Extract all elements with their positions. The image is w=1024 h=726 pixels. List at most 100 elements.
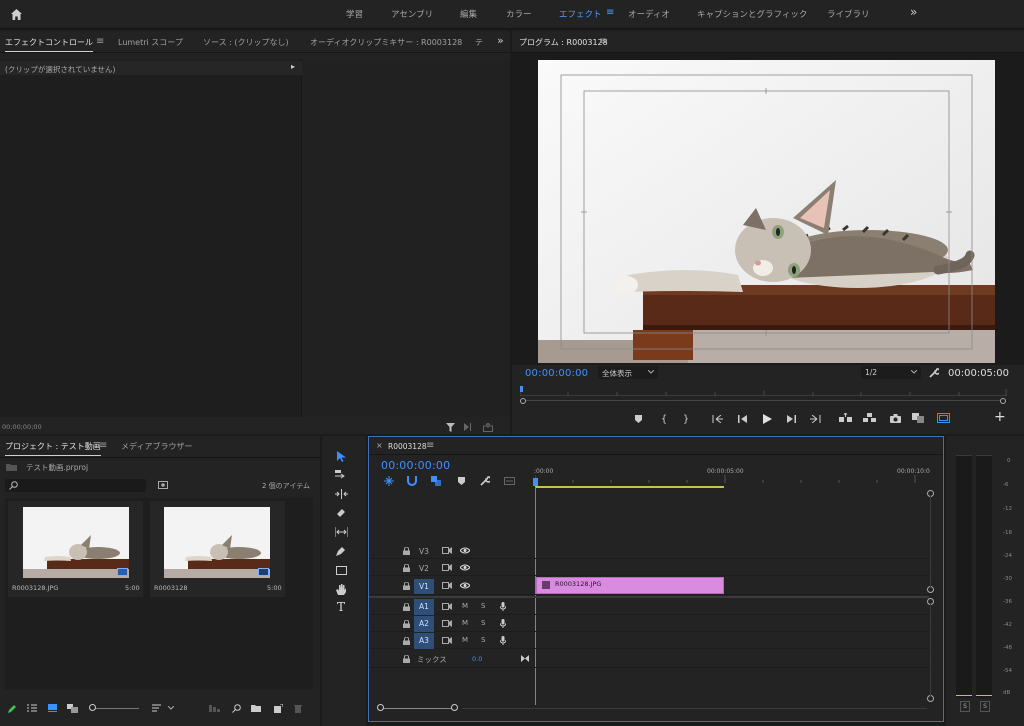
hand-tool-icon[interactable] [334, 582, 348, 596]
project-menu-icon[interactable]: ≡ [99, 440, 107, 451]
sync-lock-icon[interactable] [441, 563, 452, 572]
chevron-down-icon[interactable] [166, 702, 176, 714]
lock-icon[interactable] [402, 602, 411, 611]
automate-to-sequence-icon[interactable] [207, 702, 221, 714]
tab-truncated[interactable]: テ [475, 37, 483, 48]
freeform-view-icon[interactable] [66, 702, 80, 714]
program-zoom-scrollbar[interactable] [520, 398, 1007, 404]
linked-selection-icon[interactable] [430, 475, 442, 487]
new-bin-icon[interactable] [250, 702, 262, 714]
track-label-a1[interactable]: A1 [414, 599, 434, 615]
playhead-marker[interactable] [533, 478, 538, 486]
resolution-dropdown[interactable]: 1/2 [861, 366, 921, 379]
step-forward-icon[interactable] [785, 413, 797, 425]
selection-tool-icon[interactable] [334, 449, 348, 463]
sync-lock-icon[interactable] [441, 636, 452, 645]
mute-button[interactable]: M [462, 602, 468, 610]
close-icon[interactable]: × [376, 441, 383, 450]
mark-out-icon[interactable]: } [680, 412, 692, 426]
workspace-tab-learn[interactable]: 学習 [346, 8, 363, 20]
project-item[interactable]: R0003128.JPG 5:00 [8, 501, 143, 597]
meter-solo-left[interactable]: S [960, 701, 970, 712]
solo-button[interactable]: S [481, 636, 485, 644]
lock-icon[interactable] [402, 546, 411, 555]
pencil-icon[interactable] [6, 702, 18, 714]
new-search-bin-icon[interactable] [157, 479, 169, 491]
eye-icon[interactable] [459, 563, 470, 572]
rectangle-tool-icon[interactable] [334, 563, 348, 577]
workspace-tab-libraries[interactable]: ライブラリ [827, 8, 870, 20]
work-area-bar[interactable] [535, 486, 724, 488]
nest-icon[interactable] [383, 475, 395, 487]
timeline-menu-icon[interactable]: ≡ [426, 440, 434, 451]
sync-lock-icon[interactable] [441, 602, 452, 611]
lock-icon[interactable] [402, 636, 411, 645]
lift-icon[interactable] [838, 412, 852, 424]
razor-tool-icon[interactable] [334, 506, 348, 520]
add-marker-icon[interactable] [455, 475, 467, 487]
sequence-tab[interactable]: R0003128 [388, 442, 427, 451]
workspace-tab-effects[interactable]: エフェクト [559, 8, 602, 20]
play-audio-icon[interactable] [463, 421, 475, 433]
project-item[interactable]: R0003128 5:00 [150, 501, 285, 597]
go-to-in-icon[interactable] [710, 413, 724, 425]
wrench-icon[interactable] [928, 367, 940, 379]
icon-view-icon[interactable] [46, 702, 58, 714]
solo-button[interactable]: S [481, 619, 485, 627]
go-to-out-icon[interactable] [808, 413, 822, 425]
mute-button[interactable]: M [462, 636, 468, 644]
track-label-a3[interactable]: A3 [414, 633, 434, 649]
track-label-v2[interactable]: V2 [414, 562, 434, 575]
solo-button[interactable]: S [481, 602, 485, 610]
lock-icon[interactable] [402, 654, 411, 663]
list-view-icon[interactable] [26, 702, 38, 714]
timeline-timecode[interactable]: 00:00:00:00 [381, 459, 450, 472]
workspace-tab-captions[interactable]: キャプションとグラフィック [697, 8, 807, 20]
workspace-tab-editing[interactable]: 編集 [460, 8, 477, 20]
microphone-icon[interactable] [498, 601, 507, 612]
tab-media-browser[interactable]: メディアブラウザー [121, 441, 192, 452]
effect-tab-menu-icon[interactable]: ≡ [96, 36, 104, 47]
microphone-icon[interactable] [498, 635, 507, 646]
mix-value[interactable]: 0.0 [472, 655, 482, 663]
workspace-overflow-icon[interactable]: » [910, 5, 917, 19]
track-select-tool-icon[interactable] [334, 468, 348, 482]
sync-lock-icon[interactable] [441, 546, 452, 555]
fit-dropdown[interactable]: 全体表示 [598, 366, 658, 379]
step-back-icon[interactable] [736, 413, 748, 425]
tab-project[interactable]: プロジェクト : テスト動画 [5, 441, 101, 456]
type-tool-icon[interactable]: T [334, 600, 348, 614]
add-marker-icon[interactable] [632, 413, 644, 425]
filter-icon[interactable] [444, 421, 456, 433]
tab-lumetri-scopes[interactable]: Lumetri スコープ [118, 37, 183, 48]
microphone-icon[interactable] [498, 618, 507, 629]
workspace-tab-audio[interactable]: オーディオ [628, 8, 670, 20]
eye-icon[interactable] [459, 546, 470, 555]
lock-icon[interactable] [402, 619, 411, 628]
program-menu-icon[interactable]: ≡ [599, 36, 607, 47]
timeline-zoom-scrollbar[interactable] [377, 704, 933, 712]
program-time-ruler[interactable] [519, 386, 1007, 396]
captions-icon[interactable] [502, 475, 516, 487]
go-to-end-icon[interactable] [520, 653, 530, 663]
extract-icon[interactable] [862, 412, 876, 424]
sync-lock-icon[interactable] [441, 581, 452, 590]
sync-lock-icon[interactable] [441, 619, 452, 628]
track-label-a2[interactable]: A2 [414, 616, 434, 632]
project-search-input[interactable] [5, 479, 146, 492]
expand-arrow-icon[interactable]: ▸ [291, 62, 295, 71]
snap-magnet-icon[interactable] [406, 475, 418, 487]
workspace-tab-color[interactable]: カラー [506, 8, 532, 20]
timeline-settings-wrench-icon[interactable] [479, 475, 491, 487]
play-icon[interactable] [760, 411, 774, 426]
workspace-menu-icon[interactable]: ≡ [606, 7, 614, 18]
comparison-view-icon[interactable] [911, 412, 925, 424]
find-icon[interactable] [230, 702, 242, 714]
mark-in-icon[interactable]: { [658, 412, 670, 426]
safe-margin-icon[interactable] [936, 412, 950, 424]
pen-tool-icon[interactable] [334, 544, 348, 558]
new-item-icon[interactable] [272, 702, 284, 714]
button-editor-add-icon[interactable]: + [994, 409, 1006, 425]
workspace-tab-assembly[interactable]: アセンブリ [391, 8, 433, 20]
lock-icon[interactable] [402, 563, 411, 572]
